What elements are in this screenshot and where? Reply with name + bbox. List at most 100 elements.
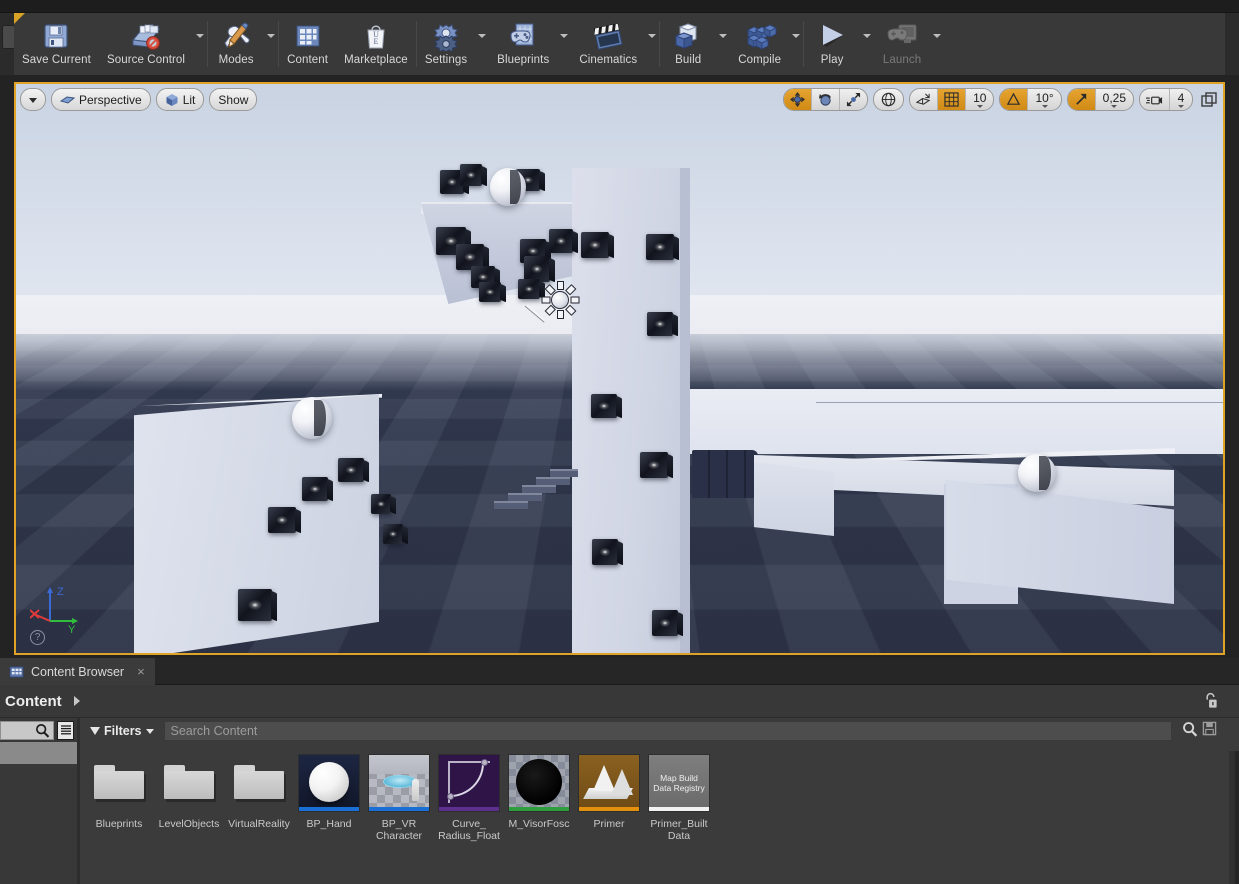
asset-thumbnail: Map Build Data Registry	[648, 754, 710, 812]
scene-cube[interactable]	[647, 312, 673, 336]
asset-item-folder[interactable]: Blueprints	[88, 748, 150, 842]
rotate-gizmo-button[interactable]	[812, 89, 841, 110]
grid-snap-value[interactable]: 10	[966, 89, 993, 110]
scene-sphere[interactable]	[292, 397, 332, 439]
source-control-button[interactable]: Source Control	[99, 13, 193, 75]
chevron-down-icon	[1041, 104, 1048, 108]
scene-pillar-edge	[680, 168, 690, 653]
scene-cube[interactable]	[238, 589, 272, 621]
camera-speed-icon	[1146, 96, 1163, 104]
content-button[interactable]: Content	[279, 13, 336, 75]
viewport-options-button[interactable]	[20, 88, 46, 111]
toolbar-right-edge	[1225, 13, 1239, 75]
breadcrumb-chevron-icon[interactable]	[73, 696, 80, 706]
scene-cube[interactable]	[549, 229, 573, 253]
camera-speed-value[interactable]: 4	[1170, 89, 1192, 110]
camera-speed-icon-button[interactable]	[1140, 89, 1170, 110]
source-control-dropdown[interactable]	[193, 13, 207, 75]
modes-dropdown[interactable]	[264, 13, 278, 75]
scene-sphere[interactable]	[490, 168, 526, 206]
asset-item-curve[interactable]: Curve_ Radius_Float	[438, 748, 500, 842]
save-current-button[interactable]: Save Current	[14, 13, 99, 75]
scale-snap-toggle[interactable]	[1067, 89, 1096, 110]
viewport-view-mode-button[interactable]: Perspective	[51, 88, 151, 111]
sources-search-input[interactable]	[0, 720, 54, 740]
save-icon[interactable]	[1202, 721, 1217, 741]
scene-cube[interactable]	[338, 458, 364, 482]
viewport-help-icon[interactable]: ?	[30, 630, 45, 645]
scale-snap-value[interactable]: 0,25	[1096, 89, 1133, 110]
svg-text:Z: Z	[57, 586, 64, 598]
close-icon[interactable]: ×	[137, 664, 145, 679]
camera-speed-value-label: 4	[1177, 90, 1185, 105]
scale-gizmo-button[interactable]	[840, 89, 867, 110]
surface-snap-button[interactable]	[910, 89, 939, 110]
asset-item-mapbuilddata[interactable]: Map Build Data Registry Primer_Built Dat…	[648, 748, 710, 842]
play-button[interactable]: Play	[804, 13, 860, 75]
map-build-data-thumbnail: Map Build Data Registry	[649, 755, 709, 811]
asset-item-staticmesh[interactable]: Primer	[578, 748, 640, 842]
settings-dropdown[interactable]	[475, 13, 489, 75]
viewport-show-button[interactable]: Show	[209, 88, 258, 111]
viewport-left-toolbar: Perspective Lit Show	[20, 88, 258, 111]
blueprints-dropdown[interactable]	[557, 13, 571, 75]
asset-thumbnail	[158, 754, 220, 812]
play-dropdown[interactable]	[860, 13, 874, 75]
launch-dropdown[interactable]	[930, 13, 944, 75]
angle-snap-toggle[interactable]	[1000, 89, 1029, 110]
breadcrumb-root[interactable]: Content	[5, 693, 62, 710]
scene-cube[interactable]	[591, 394, 617, 418]
translate-gizmo-button[interactable]	[784, 89, 813, 110]
search-icon[interactable]	[1182, 721, 1198, 742]
filters-button[interactable]: Filters	[86, 722, 158, 740]
cinematics-dropdown[interactable]	[645, 13, 659, 75]
asset-item-blueprint[interactable]: BP_Hand	[298, 748, 360, 842]
tab-content-browser[interactable]: Content Browser ×	[0, 658, 155, 685]
scene-cube[interactable]	[646, 234, 674, 260]
compile-dropdown[interactable]	[789, 13, 803, 75]
marketplace-button[interactable]: U E Marketplace	[336, 13, 416, 75]
asset-item-folder[interactable]: LevelObjects	[158, 748, 220, 842]
scene-cube[interactable]	[371, 494, 391, 514]
scene-cube[interactable]	[383, 524, 403, 544]
scene-gear-actor-icon[interactable]	[540, 280, 580, 320]
scene-cube[interactable]	[581, 232, 609, 258]
clapperboard-icon	[588, 19, 628, 53]
level-viewport[interactable]: Perspective Lit Show 10 10° 0,25 4 Z Y ?	[14, 82, 1225, 655]
viewport-3d-scene[interactable]	[16, 84, 1223, 653]
compile-button[interactable]: Compile	[730, 13, 789, 75]
viewport-view-mode-label: Perspective	[79, 92, 142, 107]
settings-button[interactable]: Settings	[417, 13, 475, 75]
cinematics-button[interactable]: Cinematics	[571, 13, 645, 75]
scene-cube[interactable]	[652, 610, 678, 636]
scene-cube[interactable]	[518, 279, 540, 299]
search-content-input[interactable]: Search Content	[163, 721, 1172, 741]
sources-view-options-button[interactable]	[57, 720, 74, 740]
coordinate-system-button[interactable]	[873, 88, 905, 111]
viewport-lit-button[interactable]: Lit	[155, 88, 205, 111]
asset-grid: Blueprints LevelObjects VirtualReality B…	[88, 748, 1221, 884]
lock-open-icon[interactable]	[1202, 692, 1219, 715]
blueprints-button[interactable]: Blueprints	[489, 13, 557, 75]
scene-cube[interactable]	[592, 539, 618, 565]
grid-snap-toggle[interactable]	[938, 89, 967, 110]
scene-cube[interactable]	[479, 282, 501, 302]
scene-back-wall	[688, 389, 1223, 454]
sources-selected-row[interactable]	[0, 742, 77, 764]
build-dropdown[interactable]	[716, 13, 730, 75]
scene-cube[interactable]	[460, 164, 482, 186]
scene-cube[interactable]	[302, 477, 328, 501]
asset-item-folder[interactable]: VirtualReality	[228, 748, 290, 842]
content-label: Content	[287, 54, 329, 66]
launch-button[interactable]: Launch	[874, 13, 930, 75]
asset-item-blueprint[interactable]: BP_VR Character	[368, 748, 430, 842]
modes-button[interactable]: Modes	[208, 13, 264, 75]
scene-sphere[interactable]	[1018, 454, 1056, 492]
scene-cube[interactable]	[268, 507, 296, 533]
asset-item-material[interactable]: M_VisorFosc	[508, 748, 570, 842]
angle-snap-value[interactable]: 10°	[1028, 89, 1060, 110]
assets-toolbar: Filters Search Content	[80, 718, 1239, 744]
scene-cube[interactable]	[640, 452, 668, 478]
maximize-viewport-button[interactable]	[1198, 89, 1220, 111]
build-button[interactable]: Build	[660, 13, 716, 75]
